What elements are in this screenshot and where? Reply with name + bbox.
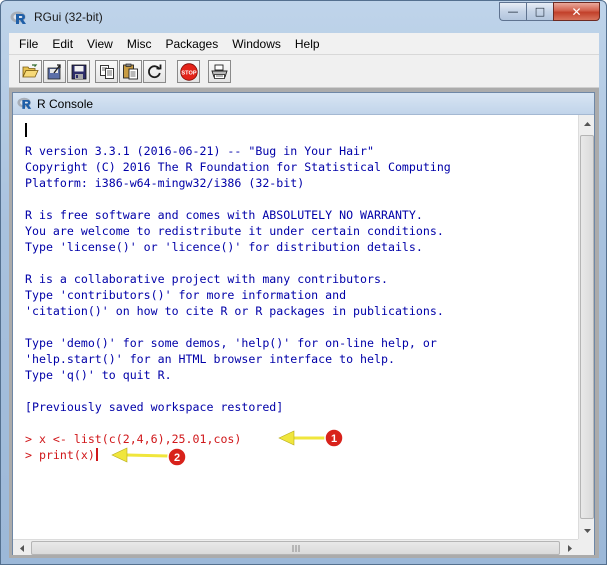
save-workspace-button[interactable]: [67, 60, 90, 83]
scroll-up-button[interactable]: [579, 115, 595, 132]
close-button[interactable]: ✕: [553, 2, 600, 21]
arrow-up-icon: [583, 121, 591, 126]
paste-button[interactable]: [119, 60, 142, 83]
menu-view[interactable]: View: [77, 37, 113, 51]
console-line: Type 'contributors()' for more informati…: [25, 288, 347, 302]
mdi-client-area: R Console R version 3.3.1 (2016-06-21) -…: [9, 88, 599, 558]
console-line: Type 'q()' to quit R.: [25, 368, 172, 382]
console-title: R Console: [37, 97, 94, 111]
console-line: R is free software and comes with ABSOLU…: [25, 208, 423, 222]
window-title: RGui (32-bit): [34, 10, 103, 24]
floppy-disk-icon: [71, 64, 86, 79]
rgui-window: RGui (32-bit) — □ ✕ File Edit View Misc …: [0, 0, 607, 565]
vertical-scroll-thumb[interactable]: [580, 135, 594, 519]
maximize-button[interactable]: □: [526, 2, 553, 21]
load-workspace-button[interactable]: [43, 60, 66, 83]
menu-misc[interactable]: Misc: [117, 37, 152, 51]
scrollbar-corner: [578, 539, 594, 555]
console-line: R is a collaborative project with many c…: [25, 272, 388, 286]
console-line: 'citation()' on how to cite R or R packa…: [25, 304, 444, 318]
toolbar: STOP: [9, 55, 599, 88]
input-line[interactable]: > print(x): [25, 448, 98, 464]
menu-packages[interactable]: Packages: [156, 37, 219, 51]
minimize-button[interactable]: —: [499, 2, 526, 21]
vertical-scrollbar[interactable]: [578, 115, 594, 539]
menu-windows[interactable]: Windows: [222, 37, 281, 51]
open-script-button[interactable]: [19, 60, 42, 83]
console-line: [Previously saved workspace restored]: [25, 400, 284, 414]
printer-icon: [211, 64, 228, 79]
refresh-icon: [148, 64, 162, 79]
stop-label: STOP: [181, 70, 196, 76]
horizontal-scroll-thumb[interactable]: [31, 541, 560, 555]
console-line: Copyright (C) 2016 The R Foundation for …: [25, 160, 451, 174]
r-console-window: R Console R version 3.3.1 (2016-06-21) -…: [12, 92, 595, 555]
scroll-right-button[interactable]: [561, 540, 578, 556]
menu-help[interactable]: Help: [285, 37, 320, 51]
scroll-down-button[interactable]: [579, 522, 595, 539]
load-icon: [47, 63, 61, 79]
r-logo-icon: [10, 11, 26, 24]
stop-button[interactable]: STOP: [177, 60, 200, 83]
menu-bar: File Edit View Misc Packages Windows Hel…: [9, 33, 599, 55]
r-logo-icon: [17, 97, 32, 109]
console-line: 'help.start()' for an HTML browser inter…: [25, 352, 395, 366]
console-text-area[interactable]: R version 3.3.1 (2016-06-21) -- "Bug in …: [13, 115, 578, 539]
console-line: R version 3.3.1 (2016-06-21) -- "Bug in …: [25, 144, 375, 158]
folder-open-icon: [22, 64, 39, 78]
top-cursor: [25, 123, 27, 137]
title-bar[interactable]: RGui (32-bit) — □ ✕: [1, 1, 606, 33]
copy-icon: [99, 64, 114, 79]
console-title-bar[interactable]: R Console: [13, 93, 594, 115]
menu-edit[interactable]: Edit: [42, 37, 73, 51]
stop-icon: STOP: [179, 62, 198, 81]
console-line: Type 'demo()' for some demos, 'help()' f…: [25, 336, 437, 350]
console-line: Type 'license()' or 'licence()' for dist…: [25, 240, 423, 254]
text-caret: [95, 448, 98, 461]
scroll-left-button[interactable]: [13, 540, 30, 556]
menu-file[interactable]: File: [9, 37, 38, 51]
console-line: You are welcome to redistribute it under…: [25, 224, 444, 238]
copy-paste-button[interactable]: [143, 60, 166, 83]
grip-icon: [292, 544, 299, 552]
print-button[interactable]: [208, 60, 231, 83]
horizontal-scrollbar[interactable]: [13, 539, 578, 555]
paste-icon: [123, 63, 138, 80]
arrow-down-icon: [583, 528, 591, 533]
current-command: > print(x): [25, 448, 95, 462]
arrow-right-icon: [567, 544, 572, 552]
copy-button[interactable]: [95, 60, 118, 83]
command-line: > x <- list(c(2,4,6),25.01,cos): [25, 432, 242, 446]
arrow-left-icon: [19, 544, 24, 552]
window-controls: — □ ✕: [499, 2, 600, 21]
console-line: Platform: i386-w64-mingw32/i386 (32-bit): [25, 176, 305, 190]
